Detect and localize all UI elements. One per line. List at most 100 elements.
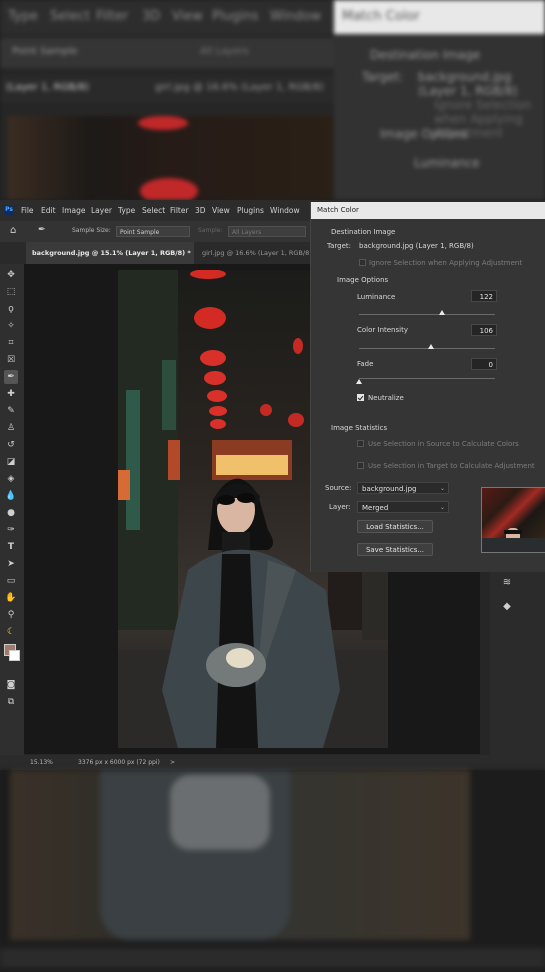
blurred-option-select: Point Sample <box>12 46 78 57</box>
zoom-level[interactable]: 15.13% <box>30 759 53 766</box>
color-intensity-slider-thumb[interactable] <box>428 344 435 349</box>
options-bar: ⌂ ✒ Sample Size: Point Sample Sample: Al… <box>0 221 310 242</box>
menu-file[interactable]: File <box>21 206 34 215</box>
dodge-tool-icon[interactable]: ● <box>4 506 18 520</box>
source-select-value: background.jpg <box>362 485 417 493</box>
fade-slider-thumb[interactable] <box>356 379 362 384</box>
dialog-title[interactable]: Match Color <box>311 202 545 219</box>
background-color-swatch[interactable] <box>9 650 20 661</box>
status-bar: 15.13% 3376 px x 6000 px (72 ppi) > <box>0 755 490 770</box>
menu-edit[interactable]: Edit <box>41 206 56 215</box>
paint-bucket-icon[interactable]: ◈ <box>4 472 18 486</box>
healing-brush-icon[interactable]: ✚ <box>4 387 18 401</box>
rectangle-tool-icon[interactable]: ▭ <box>4 574 18 588</box>
tab-background-jpg[interactable]: background.jpg @ 15.1% (Layer 1, RGB/8) … <box>26 242 194 264</box>
ignore-selection-checkbox[interactable] <box>359 259 366 266</box>
crop-tool-icon[interactable]: ⌗ <box>4 336 18 350</box>
luminance-input[interactable]: 122 <box>471 290 497 302</box>
blurred-dialog: Match Color Destination Image Target: ba… <box>334 0 545 200</box>
fade-slider-track[interactable] <box>359 378 495 379</box>
history-brush-icon[interactable]: ↺ <box>4 438 18 452</box>
luminance-slider-thumb[interactable] <box>438 310 445 315</box>
menu-window[interactable]: Window <box>270 206 300 215</box>
color-intensity-input[interactable]: 106 <box>471 324 497 336</box>
type-tool-icon[interactable]: T <box>4 540 18 554</box>
blur-tool-icon[interactable]: 💧 <box>4 489 18 503</box>
target-label: Target: <box>327 242 352 250</box>
brush-tool-icon[interactable]: ✎ <box>4 404 18 418</box>
eraser-tool-icon[interactable]: ◪ <box>4 455 18 469</box>
save-statistics-button[interactable]: Save Statistics... <box>357 543 433 556</box>
marquee-tool-icon[interactable]: ⬚ <box>4 285 18 299</box>
layers-icon[interactable]: ◆ <box>500 600 514 614</box>
menu-layer[interactable]: Layer <box>91 206 112 215</box>
status-arrow[interactable]: > <box>170 759 175 766</box>
use-selection-source-checkbox[interactable] <box>357 440 364 447</box>
neutralize-checkbox[interactable] <box>357 394 364 401</box>
pen-tool-icon[interactable]: ✑ <box>4 523 18 537</box>
chevron-down-icon: ⌄ <box>439 485 445 492</box>
blurred-menu-item: Select <box>50 9 91 24</box>
ignore-selection-label: Ignore Selection when Applying Adjustmen… <box>369 259 523 267</box>
source-preview-thumbnail <box>481 487 545 553</box>
menu-plugins[interactable]: Plugins <box>237 206 264 215</box>
screen-mode-icon[interactable]: ⧉ <box>4 695 18 709</box>
blurred-photo-bottom <box>10 770 470 940</box>
menu-image[interactable]: Image <box>62 206 86 215</box>
menu-view[interactable]: View <box>212 206 230 215</box>
hand-tool-icon[interactable]: ✋ <box>4 591 18 605</box>
sample-select[interactable]: All Layers <box>228 226 306 237</box>
eyedropper-tool-icon[interactable]: ✒ <box>4 370 18 384</box>
sample-label: Sample: <box>198 227 223 234</box>
luminance-slider-track[interactable] <box>359 314 495 315</box>
menu-3d[interactable]: 3D <box>195 206 206 215</box>
blurred-dialog-line: Destination Image <box>370 48 481 62</box>
quick-mask-icon[interactable]: ◙ <box>4 678 18 692</box>
target-value: background.jpg (Layer 1, RGB/8) <box>359 242 474 250</box>
use-selection-target-checkbox[interactable] <box>357 462 364 469</box>
use-selection-target-label: Use Selection in Target to Calculate Adj… <box>368 462 535 470</box>
photoshop-app-icon[interactable]: Ps <box>4 205 14 215</box>
blurred-dialog-title-text: Match Color <box>342 9 420 24</box>
eyedropper-icon[interactable]: ✒ <box>38 225 46 235</box>
luminance-label: Luminance <box>357 293 396 301</box>
color-intensity-slider-track[interactable] <box>359 348 495 349</box>
document-size: 3376 px x 6000 px (72 ppi) <box>78 759 160 766</box>
layer-label: Layer: <box>329 503 351 511</box>
document-tabs: background.jpg @ 15.1% (Layer 1, RGB/8) … <box>0 242 312 264</box>
sample-size-label: Sample Size: <box>72 227 111 234</box>
destination-image-header: Destination Image <box>331 228 396 236</box>
blurred-dialog-line: Luminance <box>414 156 480 170</box>
image-statistics-header: Image Statistics <box>331 424 388 432</box>
sliders-icon[interactable]: ≋ <box>500 576 514 590</box>
sample-size-select[interactable]: Point Sample <box>116 226 190 237</box>
layer-select[interactable]: Merged ⌄ <box>357 501 449 513</box>
layer-select-value: Merged <box>362 504 389 512</box>
source-label: Source: <box>325 484 352 492</box>
blurred-photo <box>8 116 333 200</box>
menu-select[interactable]: Select <box>142 206 165 215</box>
neutralize-label: Neutralize <box>368 394 404 402</box>
quick-select-tool-icon[interactable]: ✧ <box>4 319 18 333</box>
blurred-dialog-line: Target: <box>362 70 404 84</box>
blurred-menu-item: View <box>172 9 203 24</box>
clone-stamp-icon[interactable]: ♙ <box>4 421 18 435</box>
load-statistics-button[interactable]: Load Statistics... <box>357 520 433 533</box>
menu-type[interactable]: Type <box>118 206 135 215</box>
fade-input[interactable]: 0 <box>471 358 497 370</box>
move-tool-icon[interactable]: ✥ <box>4 268 18 282</box>
menu-filter[interactable]: Filter <box>170 206 189 215</box>
lasso-tool-icon[interactable]: ϙ <box>4 302 18 316</box>
fade-label: Fade <box>357 360 374 368</box>
zoom-tool-icon[interactable]: ⚲ <box>4 608 18 622</box>
path-select-icon[interactable]: ➤ <box>4 557 18 571</box>
right-panel-strip: ≋ ◆ <box>490 570 545 770</box>
source-select[interactable]: background.jpg ⌄ <box>357 482 449 494</box>
image-options-header: Image Options <box>337 276 389 284</box>
blurred-tab: girl.jpg @ 16.6% (Layer 1, RGB/8) <box>155 82 324 93</box>
home-icon[interactable]: ⌂ <box>10 225 16 236</box>
blurred-menu-item: 3D <box>142 9 161 24</box>
frame-tool-icon[interactable]: ☒ <box>4 353 18 367</box>
banana-icon[interactable]: ☾ <box>4 625 18 639</box>
blurred-background-top: Type Select Filter 3D View Plugins Windo… <box>0 0 545 200</box>
